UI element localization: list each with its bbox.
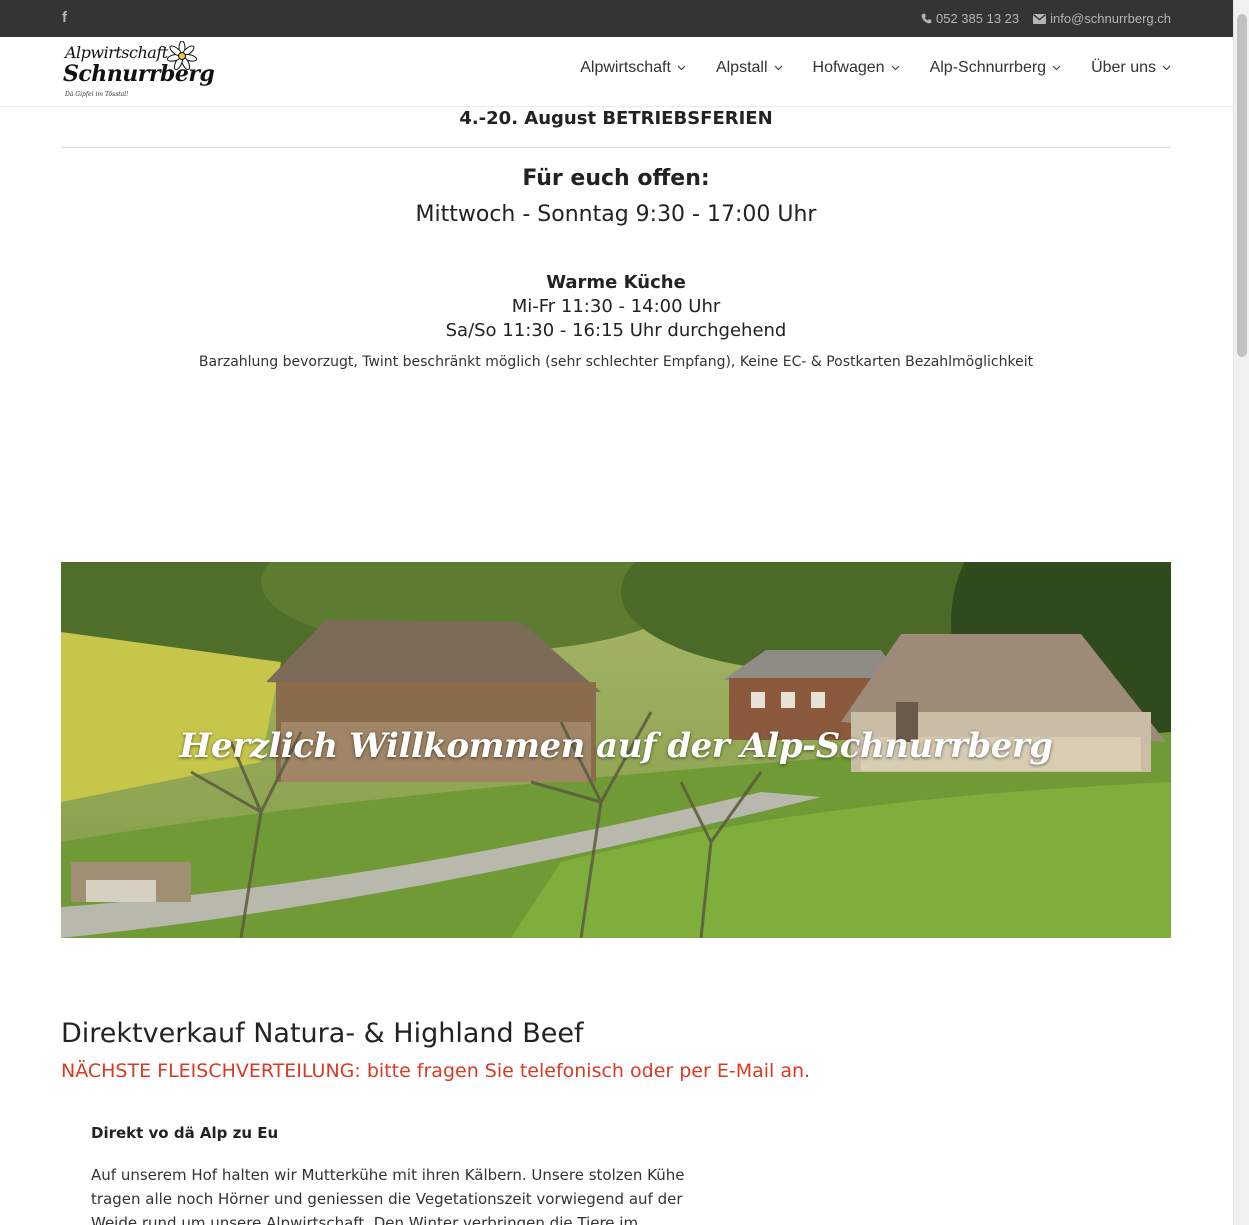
intro-heading: Direkt vo dä Alp zu Eu xyxy=(91,1124,279,1142)
intro-paragraph: Auf unserem Hof halten wir Mutterkühe mi… xyxy=(91,1163,685,1225)
kitchen-hours-weekend: Sa/So 11:30 - 16:15 Uhr durchgehend xyxy=(445,320,787,341)
envelope-icon xyxy=(1033,13,1047,24)
email-link[interactable]: info@schnurrberg.ch xyxy=(1033,11,1171,26)
nav-label: Über uns xyxy=(1091,59,1156,76)
intro-line: Weide rund um unsere Alpwirtschaft. Den … xyxy=(91,1214,639,1225)
chevron-down-icon xyxy=(774,65,782,71)
holiday-notice: 4.-20. August BETRIEBSFERIEN xyxy=(459,108,773,129)
top-bar: f 052 385 13 23 info@schnurrberg.ch xyxy=(0,0,1233,37)
main-nav: Alpwirtschaft Alpstall Hofwagen Alp-Schn… xyxy=(580,59,1171,77)
hero-banner: Herzlich Willkommen auf der Alp-Schnurrb… xyxy=(61,562,1171,938)
section-title: Direktverkauf Natura- & Highland Beef xyxy=(61,1018,584,1049)
opening-title: Für euch offen: xyxy=(522,166,710,191)
scrollbar-thumb[interactable] xyxy=(1237,14,1247,357)
nav-label: Hofwagen xyxy=(812,59,885,76)
page-scrollbar[interactable] xyxy=(1233,0,1249,1225)
nav-item-alpwirtschaft[interactable]: Alpwirtschaft xyxy=(580,59,686,77)
edelweiss-icon xyxy=(167,41,197,71)
contact-info: 052 385 13 23 info@schnurrberg.ch xyxy=(921,11,1171,26)
phone-link[interactable]: 052 385 13 23 xyxy=(921,11,1019,26)
chevron-down-icon xyxy=(1162,65,1171,71)
site-header: Alpwirtschaft Schnurrberg Dä Gipfel im T… xyxy=(0,37,1233,107)
nav-label: Alpwirtschaft xyxy=(580,59,671,76)
divider xyxy=(61,147,1171,148)
facebook-icon[interactable]: f xyxy=(62,10,72,26)
kitchen-hours-weekday: Mi-Fr 11:30 - 14:00 Uhr xyxy=(511,296,721,317)
opening-hours: Mittwoch - Sonntag 9:30 - 17:00 Uhr xyxy=(415,202,817,227)
intro-line: tragen alle noch Hörner und geniessen di… xyxy=(91,1190,683,1208)
nav-label: Alpstall xyxy=(715,59,768,76)
phone-icon xyxy=(921,13,932,24)
phone-number: 052 385 13 23 xyxy=(935,11,1020,26)
nav-item-alp-schnurrberg[interactable]: Alp-Schnurrberg xyxy=(930,59,1062,77)
chevron-down-icon xyxy=(891,65,900,71)
kitchen-title: Warme Küche xyxy=(546,272,686,293)
nav-label: Alp-Schnurrberg xyxy=(929,59,1047,76)
logo-tagline: Dä Gipfel im Tösstal! xyxy=(65,91,129,98)
hero-title: Herzlich Willkommen auf der Alp-Schnurrb… xyxy=(179,726,1053,766)
chevron-down-icon xyxy=(1052,65,1061,71)
distribution-notice: NÄCHSTE FLEISCHVERTEILUNG: bitte fragen … xyxy=(61,1060,811,1082)
site-logo[interactable]: Alpwirtschaft Schnurrberg Dä Gipfel im T… xyxy=(63,41,215,103)
intro-line: Auf unserem Hof halten wir Mutterkühe mi… xyxy=(91,1166,685,1184)
chevron-down-icon xyxy=(677,65,686,71)
nav-item-hofwagen[interactable]: Hofwagen xyxy=(813,59,900,77)
nav-item-ueber-uns[interactable]: Über uns xyxy=(1091,59,1171,77)
logo-line1: Alpwirtschaft xyxy=(65,43,168,62)
payment-info: Barzahlung bevorzugt, Twint beschränkt m… xyxy=(198,354,1034,370)
email-address: info@schnurrberg.ch xyxy=(1050,11,1171,26)
nav-item-alpstall[interactable]: Alpstall xyxy=(716,59,783,77)
